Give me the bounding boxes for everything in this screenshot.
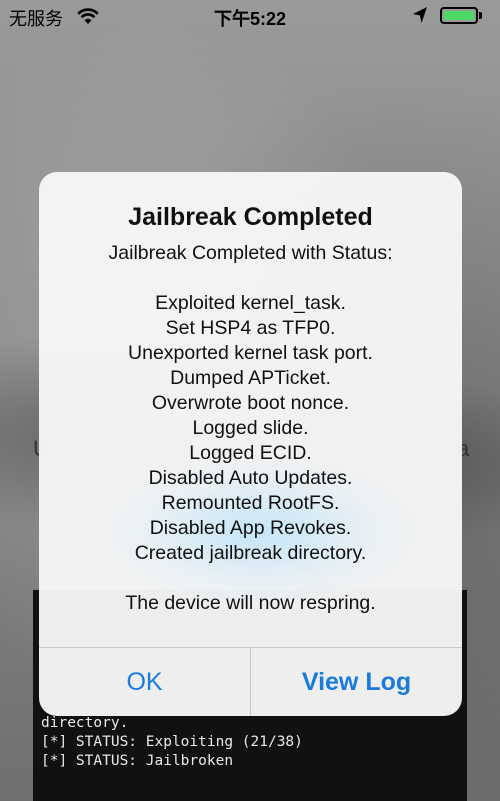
status-bar: 无服务 下午5:22 [0, 0, 500, 34]
status-line: Remounted RootFS. [161, 492, 340, 514]
battery-level [444, 11, 474, 20]
status-line: Logged ECID. [189, 442, 312, 464]
status-line: Set HSP4 as TFP0. [165, 317, 336, 339]
status-line: Unexported kernel task port. [128, 342, 373, 364]
location-arrow-icon [413, 7, 427, 23]
jailbreak-alert-dialog: Jailbreak Completed Jailbreak Completed … [39, 172, 462, 716]
status-line: Overwrote boot nonce. [151, 392, 350, 414]
battery-tip [479, 12, 482, 19]
status-line: Created jailbreak directory. [134, 542, 367, 564]
console-line: [*] STATUS: Exploiting (21/38) [41, 734, 303, 750]
view-log-button[interactable]: View Log [251, 648, 462, 716]
alert-message: Jailbreak Completed with Status: Exploit… [39, 241, 462, 616]
status-line: Dumped APTicket. [170, 367, 331, 389]
message-intro: Jailbreak Completed with Status: [108, 242, 393, 264]
console-line: directory. [41, 715, 129, 731]
console-line: [*] STATUS: Jailbroken [41, 753, 234, 769]
status-line: Exploited kernel_task. [155, 292, 346, 314]
ok-button[interactable]: OK [39, 648, 251, 716]
alert-title: Jailbreak Completed [128, 203, 373, 231]
status-line: Logged slide. [192, 417, 309, 439]
alert-button-row: OK View Log [39, 647, 462, 716]
battery-icon [440, 7, 478, 24]
status-line: Disabled App Revokes. [149, 517, 352, 539]
status-line: Disabled Auto Updates. [148, 467, 353, 489]
message-footer: The device will now respring. [125, 592, 376, 614]
